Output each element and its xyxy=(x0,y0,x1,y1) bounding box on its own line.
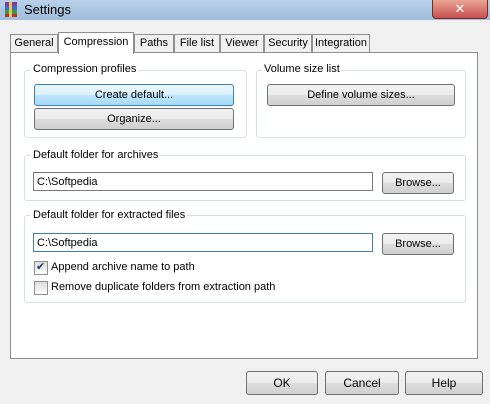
organize-button[interactable]: Organize... xyxy=(34,108,234,130)
archives-folder-label: Default folder for archives xyxy=(31,149,161,162)
tab-paths[interactable]: Paths xyxy=(134,34,174,53)
create-default-button[interactable]: Create default... xyxy=(34,84,234,106)
window-title: Settings xyxy=(24,2,71,17)
tab-security[interactable]: Security xyxy=(264,34,312,53)
title-bar[interactable]: Settings ✕ xyxy=(0,0,490,20)
tab-integration[interactable]: Integration xyxy=(312,34,370,53)
cancel-button[interactable]: Cancel xyxy=(325,371,399,395)
extracted-folder-label: Default folder for extracted files xyxy=(31,209,188,222)
remove-duplicate-folders-label[interactable]: Remove duplicate folders from extraction… xyxy=(51,281,275,294)
close-icon: ✕ xyxy=(454,1,466,16)
tab-viewer[interactable]: Viewer xyxy=(220,34,264,53)
volume-size-list-label: Volume size list xyxy=(262,63,342,76)
extracted-folder-input[interactable]: C:\Softpedia xyxy=(33,233,373,252)
append-archive-name-checkbox[interactable]: ✔ xyxy=(34,261,48,275)
archives-browse-button[interactable]: Browse... xyxy=(382,172,454,194)
help-button[interactable]: Help xyxy=(405,371,483,395)
remove-duplicate-folders-checkbox[interactable] xyxy=(34,281,48,295)
checkmark-icon: ✔ xyxy=(36,261,46,273)
close-window-button[interactable]: ✕ xyxy=(432,0,488,19)
winrar-app-icon xyxy=(5,2,17,17)
ok-button[interactable]: OK xyxy=(246,371,318,395)
settings-window: Settings ✕ General Compression Paths Fil… xyxy=(0,0,490,404)
compression-profiles-label: Compression profiles xyxy=(31,63,139,76)
tab-file-list[interactable]: File list xyxy=(174,34,220,53)
tab-general[interactable]: General xyxy=(10,34,58,53)
define-volume-sizes-button[interactable]: Define volume sizes... xyxy=(267,84,455,106)
extracted-browse-button[interactable]: Browse... xyxy=(382,233,454,255)
archives-folder-input[interactable]: C:\Softpedia xyxy=(33,172,373,191)
append-archive-name-label[interactable]: Append archive name to path xyxy=(51,261,195,274)
tab-compression[interactable]: Compression xyxy=(58,32,134,54)
